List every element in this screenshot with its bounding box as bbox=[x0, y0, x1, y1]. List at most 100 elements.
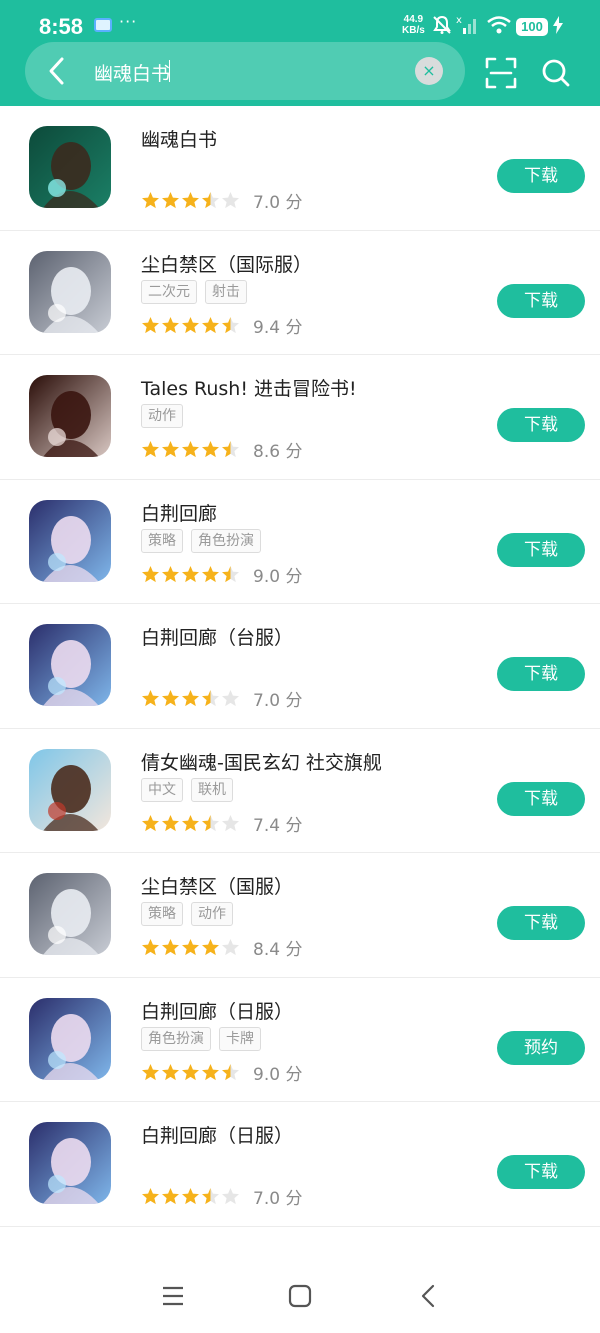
app-result-item[interactable]: 白荆回廊 策略 角色扮演 9.0 分 下载 bbox=[0, 480, 600, 604]
charging-icon bbox=[553, 16, 563, 34]
app-icon-art bbox=[29, 375, 111, 457]
app-result-item[interactable]: 尘白禁区（国际服） 二次元 射击 9.4 分 下载 bbox=[0, 231, 600, 355]
battery-level: 100 bbox=[516, 18, 548, 36]
app-icon[interactable] bbox=[29, 499, 111, 582]
app-icon[interactable] bbox=[29, 624, 111, 706]
header-bar: 8:58 ··· 44.9 KB/s x 100 幽魂白书 × bbox=[0, 0, 600, 106]
app-icon-art bbox=[29, 126, 111, 208]
app-rating: 8.6 分 bbox=[141, 437, 302, 462]
download-button[interactable]: 下载 bbox=[497, 159, 585, 193]
app-score: 7.4 分 bbox=[253, 815, 303, 836]
back-icon[interactable] bbox=[42, 54, 70, 88]
app-name[interactable]: 白荆回廊 bbox=[141, 499, 217, 526]
app-tag: 联机 bbox=[191, 777, 233, 802]
app-icon-art bbox=[29, 624, 111, 706]
reserve-button[interactable]: 预约 bbox=[497, 1030, 585, 1065]
app-icon[interactable] bbox=[29, 1122, 111, 1204]
app-rating: 7.4 分 bbox=[141, 811, 302, 836]
star-icon bbox=[182, 1188, 199, 1205]
app-tag: 角色扮演 bbox=[191, 528, 261, 553]
app-icon[interactable] bbox=[29, 873, 111, 955]
star-icon bbox=[142, 565, 159, 582]
app-name[interactable]: 白荆回廊（台服） bbox=[141, 623, 293, 650]
download-button[interactable]: 下载 bbox=[497, 532, 585, 567]
app-result-item[interactable]: 幽魂白书 7.0 分 下载 bbox=[0, 106, 600, 231]
home-icon[interactable] bbox=[288, 1284, 312, 1308]
search-icon[interactable] bbox=[540, 57, 572, 89]
app-result-item[interactable]: Tales Rush! 进击冒险书! 动作 8.6 分 下载 bbox=[0, 355, 600, 480]
star-icon bbox=[202, 1188, 219, 1205]
app-name[interactable]: 白荆回廊（日服） bbox=[141, 997, 293, 1024]
app-tag: 角色扮演 bbox=[141, 1026, 211, 1051]
app-tag: 卡牌 bbox=[219, 1026, 261, 1051]
app-tags: 二次元 射击 bbox=[141, 279, 255, 304]
star-icon bbox=[162, 565, 179, 582]
app-tag: 动作 bbox=[191, 902, 233, 926]
search-results-list: 幽魂白书 7.0 分下载 尘白禁区（国际服） 二次元 射击 9.4 分下载 Tales … bbox=[0, 106, 600, 1227]
app-rating: 9.0 分 bbox=[141, 562, 302, 587]
app-result-item[interactable]: 白荆回廊（日服） 角色扮演 卡牌 9.0 分 预约 bbox=[0, 978, 600, 1102]
app-icon-art bbox=[29, 997, 111, 1080]
download-button[interactable]: 下载 bbox=[497, 408, 585, 442]
menu-icon[interactable] bbox=[162, 1285, 184, 1307]
app-result-item[interactable]: 尘白禁区（国服） 策略 动作 8.4 分 下载 bbox=[0, 853, 600, 978]
app-icon[interactable] bbox=[29, 250, 111, 333]
star-icon bbox=[222, 1063, 239, 1080]
scan-icon[interactable] bbox=[484, 56, 518, 90]
download-button[interactable]: 下载 bbox=[497, 1155, 585, 1189]
app-tag: 中文 bbox=[141, 777, 183, 802]
star-icon bbox=[222, 192, 239, 209]
mute-icon bbox=[433, 15, 451, 34]
app-tags: 策略 角色扮演 bbox=[141, 528, 269, 553]
app-tag: 射击 bbox=[205, 279, 247, 304]
app-rating: 9.0 分 bbox=[141, 1060, 302, 1085]
status-time: 8:58 bbox=[39, 14, 84, 39]
app-icon-art bbox=[29, 250, 111, 333]
star-icon bbox=[182, 441, 199, 458]
star-icon bbox=[182, 1063, 199, 1080]
download-button[interactable]: 下载 bbox=[497, 283, 585, 318]
clear-icon[interactable]: × bbox=[415, 57, 443, 85]
app-result-item[interactable]: 倩女幽魂-国民玄幻 社交旗舰 中文 联机 7.4 分 下载 bbox=[0, 729, 600, 853]
app-score: 7.0 分 bbox=[253, 691, 303, 711]
star-icon bbox=[162, 814, 179, 831]
star-icon bbox=[202, 1063, 219, 1080]
app-result-item[interactable]: 白荆回廊（台服） 7.0 分 下载 bbox=[0, 604, 600, 729]
app-score: 9.4 分 bbox=[253, 317, 303, 338]
app-tag: 策略 bbox=[141, 528, 183, 553]
app-score: 7.0 分 bbox=[253, 193, 303, 213]
star-icon bbox=[142, 690, 159, 707]
star-icon bbox=[182, 814, 199, 831]
app-icon[interactable] bbox=[29, 375, 111, 457]
app-name[interactable]: 白荆回廊（日服） bbox=[141, 1121, 293, 1148]
download-button[interactable]: 下载 bbox=[497, 781, 585, 816]
star-icon bbox=[222, 316, 239, 333]
app-tag: 二次元 bbox=[141, 279, 197, 304]
star-icon bbox=[202, 814, 219, 831]
app-icon[interactable] bbox=[29, 126, 111, 208]
star-icon bbox=[182, 316, 199, 333]
app-score: 9.0 分 bbox=[253, 1064, 303, 1085]
text-cursor bbox=[169, 60, 170, 82]
back-icon[interactable] bbox=[418, 1284, 438, 1308]
app-name[interactable]: Tales Rush! 进击冒险书! bbox=[141, 374, 357, 401]
app-result-item[interactable]: 白荆回廊（日服） 7.0 分 下载 bbox=[0, 1102, 600, 1227]
app-name[interactable]: 倩女幽魂-国民玄幻 社交旗舰 bbox=[141, 748, 382, 775]
app-name[interactable]: 尘白禁区（国际服） bbox=[141, 250, 312, 277]
app-icon[interactable] bbox=[29, 748, 111, 831]
download-button[interactable]: 下载 bbox=[497, 657, 585, 691]
star-icon bbox=[182, 939, 199, 956]
signal-icon: x bbox=[456, 15, 476, 34]
app-name[interactable]: 尘白禁区（国服） bbox=[141, 872, 293, 899]
star-icon bbox=[182, 690, 199, 707]
search-input[interactable] bbox=[94, 58, 394, 86]
app-name[interactable]: 幽魂白书 bbox=[141, 125, 217, 152]
star-icon bbox=[142, 192, 159, 209]
app-icon-art bbox=[29, 499, 111, 582]
wifi-icon bbox=[487, 16, 511, 34]
star-icon bbox=[202, 690, 219, 707]
star-icon bbox=[202, 316, 219, 333]
star-icon bbox=[182, 192, 199, 209]
download-button[interactable]: 下载 bbox=[497, 906, 585, 940]
app-icon[interactable] bbox=[29, 997, 111, 1080]
